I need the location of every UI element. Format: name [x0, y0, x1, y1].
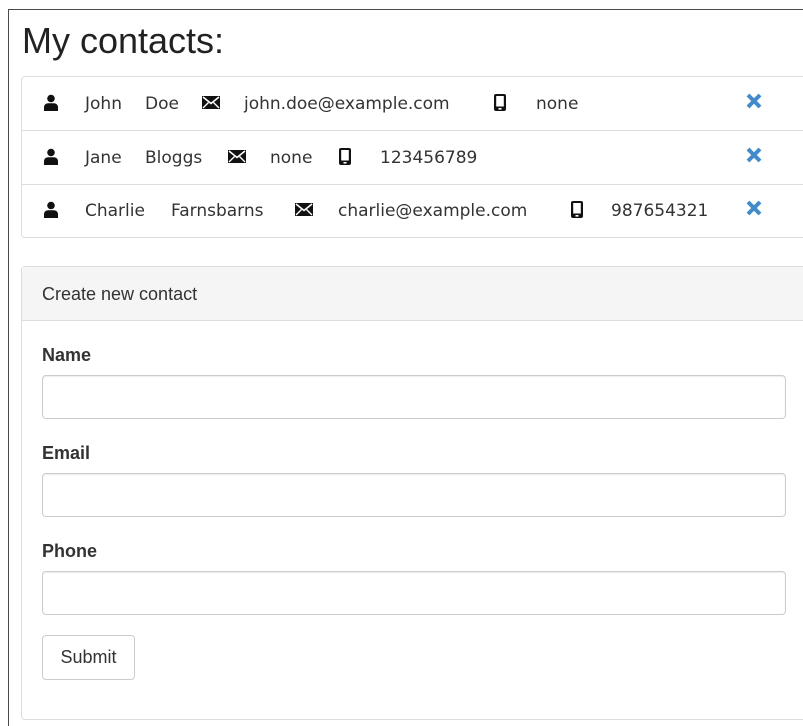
contact-email: john.doe@example.com — [244, 94, 450, 114]
contact-first-name: Jane — [85, 148, 122, 168]
mobile-phone-icon — [339, 131, 351, 185]
user-icon — [43, 185, 59, 237]
mobile-phone-icon — [571, 185, 583, 237]
contact-last-name: Doe — [145, 94, 179, 114]
contact-last-name: Farnsbarns — [171, 201, 264, 221]
remove-icon — [746, 147, 762, 168]
email-label: Email — [42, 443, 91, 463]
delete-contact-button[interactable] — [746, 77, 770, 131]
create-contact-panel: Create new contact Name Email Phone Subm… — [21, 266, 803, 720]
window-frame-top — [8, 9, 803, 10]
panel-heading: Create new contact — [22, 267, 803, 321]
phone-label: Phone — [42, 541, 98, 561]
contact-email: none — [270, 148, 313, 168]
delete-contact-button[interactable] — [746, 185, 770, 237]
email-input[interactable] — [42, 473, 786, 517]
window-frame-left — [8, 9, 9, 726]
phone-input[interactable] — [42, 571, 786, 615]
envelope-icon — [202, 77, 220, 131]
contact-row: John Doe john.doe@example.com none — [22, 77, 803, 131]
contact-list: John Doe john.doe@example.com none Jane … — [21, 76, 803, 238]
contact-phone: 123456789 — [380, 148, 478, 168]
page-title: My contacts: — [22, 20, 225, 61]
contact-row: Jane Bloggs none 123456789 — [22, 131, 803, 185]
contact-first-name: Charlie — [85, 201, 145, 221]
mobile-phone-icon — [494, 77, 506, 131]
user-icon — [43, 131, 59, 185]
submit-button[interactable]: Submit — [42, 635, 135, 680]
remove-icon — [746, 200, 762, 221]
name-input[interactable] — [42, 375, 786, 419]
name-label: Name — [42, 345, 92, 365]
user-icon — [43, 77, 59, 131]
contact-last-name: Bloggs — [145, 148, 203, 168]
contact-row: Charlie Farnsbarns charlie@example.com 9… — [22, 185, 803, 237]
remove-icon — [746, 93, 762, 114]
contact-phone: 987654321 — [611, 201, 709, 221]
envelope-icon — [295, 185, 313, 237]
contact-phone: none — [536, 94, 579, 114]
delete-contact-button[interactable] — [746, 131, 770, 185]
contact-first-name: John — [85, 94, 122, 114]
envelope-icon — [228, 131, 246, 185]
contact-email: charlie@example.com — [338, 201, 528, 221]
